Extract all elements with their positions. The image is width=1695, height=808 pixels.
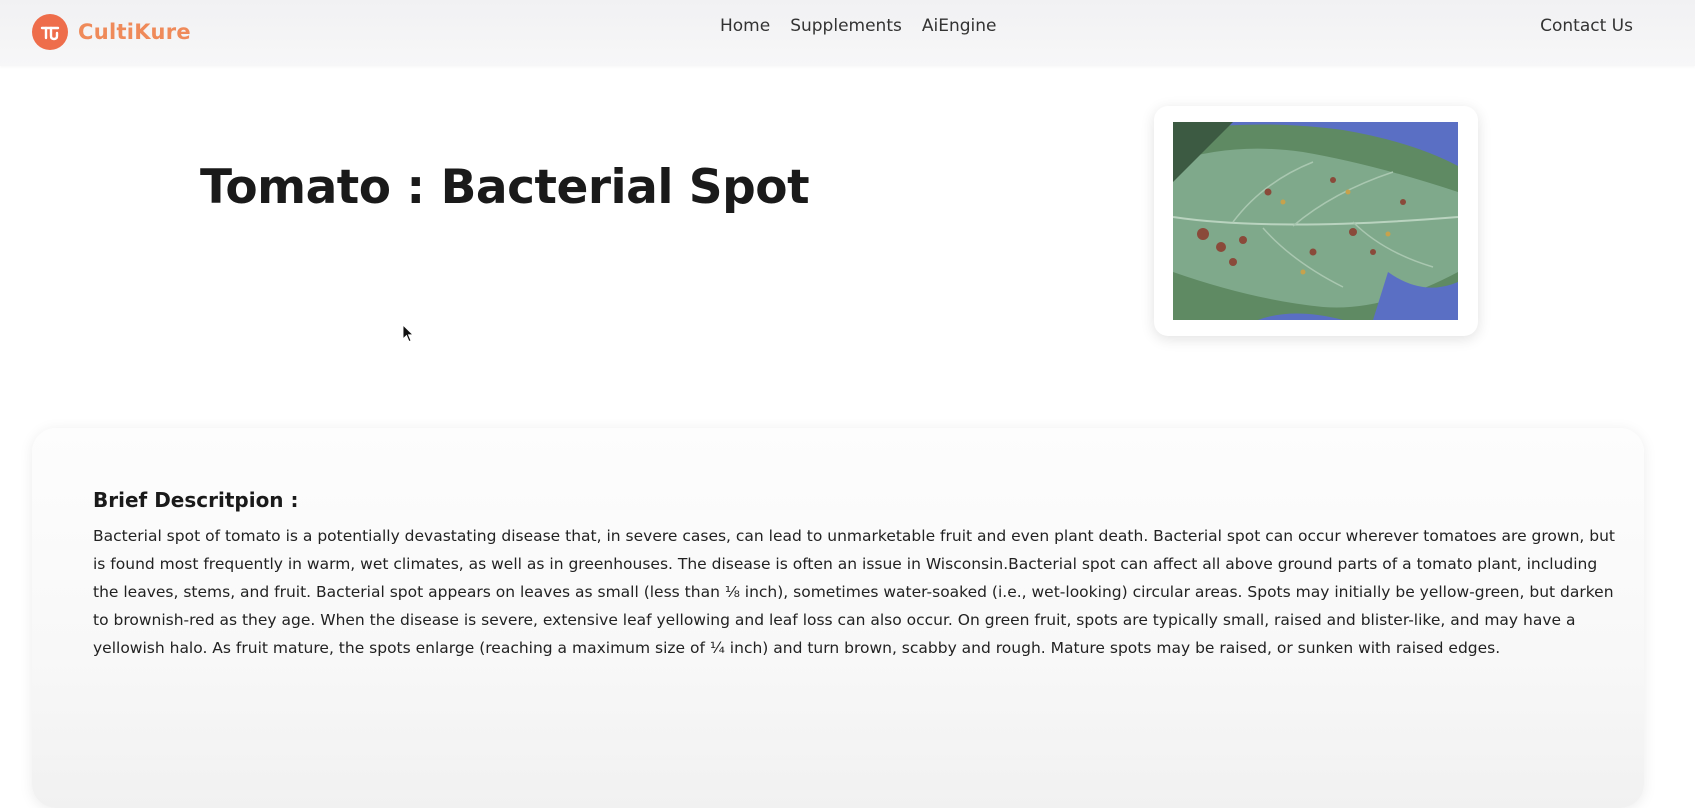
nav-contact-link[interactable]: Contact Us — [1540, 16, 1633, 36]
nav-home-link[interactable]: Home — [720, 16, 770, 36]
disease-image-card — [1154, 106, 1478, 336]
navbar: CultiKure Home Supplements AiEngine Cont… — [0, 0, 1695, 66]
description-body: Bacterial spot of tomato is a potentiall… — [93, 527, 1615, 657]
cultikure-logo-icon — [32, 14, 68, 50]
description-heading: Brief Descritpion : — [93, 488, 299, 512]
brand-name: CultiKure — [78, 20, 191, 44]
nav-aiengine-link[interactable]: AiEngine — [922, 16, 997, 36]
mouse-cursor-icon — [402, 324, 414, 343]
brand-link[interactable]: CultiKure — [32, 14, 191, 50]
page-title: Tomato : Bacterial Spot — [200, 160, 810, 215]
main-nav: Home Supplements AiEngine — [720, 16, 996, 36]
nav-supplements-link[interactable]: Supplements — [790, 16, 902, 36]
tomato-leaf-image — [1173, 122, 1458, 320]
description-card: Brief Descritpion : Bacterial spot of to… — [32, 428, 1644, 808]
